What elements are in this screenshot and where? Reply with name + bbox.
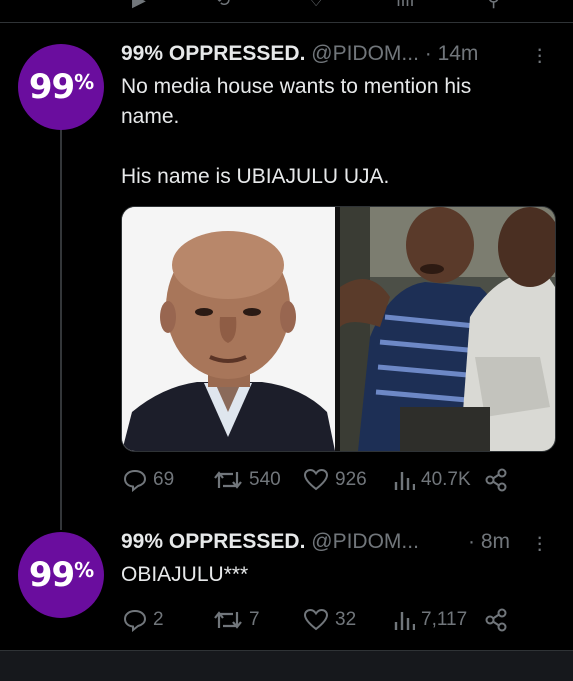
- portrait-photo[interactable]: [122, 207, 335, 451]
- reply-icon[interactable]: ▶: [132, 0, 146, 11]
- tweet-header: 99% OPPRESSED. @PIDOM... · 14m: [121, 42, 478, 66]
- tweet-actions: 69 540 926 40.7K: [121, 468, 541, 492]
- like-button[interactable]: 926: [303, 468, 367, 492]
- reply-button[interactable]: 69: [123, 468, 174, 492]
- tweet-actions: 2 7 32 7,117: [121, 608, 541, 632]
- reply-count: 2: [153, 609, 164, 630]
- display-name[interactable]: 99% OPPRESSED.: [121, 530, 305, 553]
- share-icon[interactable]: ⚲: [487, 0, 500, 11]
- reply-icon: [123, 469, 147, 492]
- avatar-percent: %: [74, 558, 94, 582]
- views-icon: [394, 612, 415, 630]
- avatar[interactable]: 99%: [18, 532, 104, 618]
- tweet-header: 99% OPPRESSED. @PIDOM...: [121, 530, 419, 554]
- like-icon: [303, 468, 329, 491]
- views-button[interactable]: 40.7K: [393, 468, 471, 492]
- like-icon[interactable]: ♡: [308, 0, 324, 11]
- retweet-count: 540: [249, 469, 281, 490]
- tweet-text: No media house wants to mention his name…: [121, 75, 472, 188]
- bottom-bar: [0, 650, 573, 681]
- retweet-icon[interactable]: ⟲: [215, 0, 230, 11]
- tweet-time-wrap: · 8m: [468, 530, 510, 554]
- share-button[interactable]: [484, 468, 508, 492]
- reply-icon: [123, 609, 147, 632]
- thread-connector-line: [60, 110, 62, 530]
- tweet-media[interactable]: [121, 206, 556, 452]
- retweet-icon: [214, 611, 242, 629]
- previous-tweet-action-bar: ▶ ⟲ ♡ ılıl ⚲: [0, 0, 573, 23]
- more-icon[interactable]: · · ·: [536, 526, 543, 560]
- user-handle[interactable]: @PIDOM...: [311, 530, 419, 553]
- user-handle[interactable]: @PIDOM...: [311, 42, 419, 65]
- man-on-airplane-image: [340, 207, 555, 451]
- airplane-photo[interactable]: [340, 207, 555, 451]
- like-count: 32: [335, 609, 357, 630]
- share-icon: [485, 608, 507, 632]
- views-count: 7,117: [421, 609, 468, 630]
- tweet-time[interactable]: · 8m: [468, 530, 510, 553]
- share-button[interactable]: [484, 608, 508, 632]
- reply-count: 69: [153, 469, 175, 490]
- man-portrait-image: [122, 207, 335, 451]
- retweet-count: 7: [249, 609, 260, 630]
- retweet-button[interactable]: 540: [213, 468, 281, 492]
- views-icon[interactable]: ılıl: [396, 0, 414, 11]
- views-icon: [394, 472, 415, 490]
- like-count: 926: [335, 469, 367, 490]
- avatar-percent: %: [74, 70, 94, 94]
- views-count: 40.7K: [421, 469, 471, 490]
- like-button[interactable]: 32: [303, 608, 356, 632]
- like-icon: [303, 608, 329, 631]
- retweet-icon: [214, 471, 242, 489]
- more-icon[interactable]: · · ·: [536, 38, 543, 72]
- avatar-text: 99: [28, 555, 75, 595]
- retweet-button[interactable]: 7: [213, 608, 260, 632]
- tweet-time[interactable]: · 14m: [425, 42, 479, 65]
- display-name[interactable]: 99% OPPRESSED.: [121, 42, 305, 65]
- avatar-text: 99: [28, 67, 75, 107]
- tweet-text: OBIAJULU***: [121, 563, 249, 586]
- share-icon: [485, 468, 507, 492]
- views-button[interactable]: 7,117: [393, 608, 467, 632]
- avatar[interactable]: 99%: [18, 44, 104, 130]
- reply-button[interactable]: 2: [123, 608, 164, 632]
